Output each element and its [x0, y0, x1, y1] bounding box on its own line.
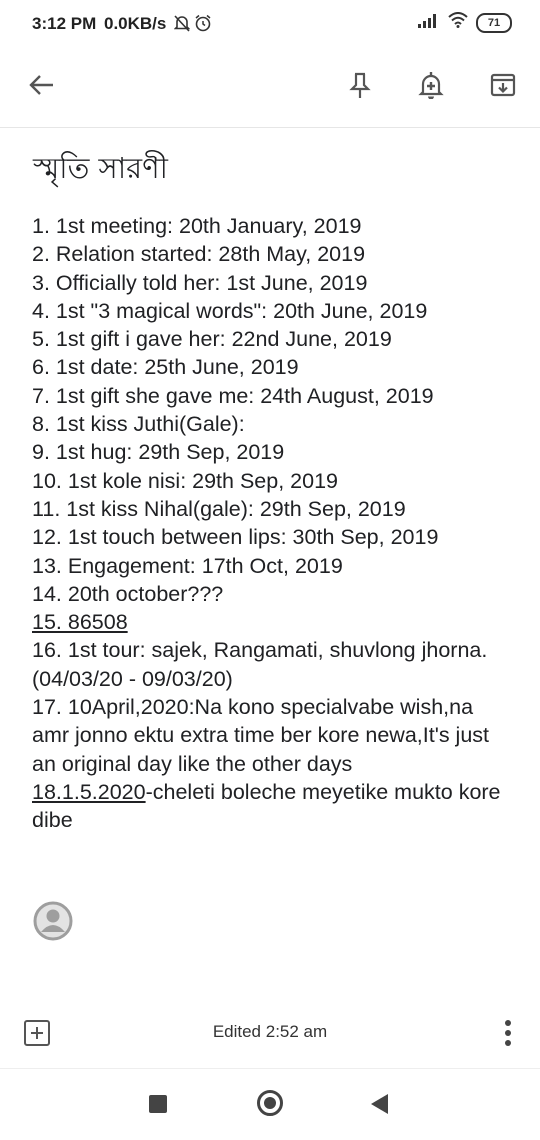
- recents-button[interactable]: [149, 1095, 167, 1113]
- note-line: 9. 1st hug: 29th Sep, 2019: [32, 440, 285, 465]
- note-line-link[interactable]: 15. 86508: [32, 608, 512, 636]
- reminder-button[interactable]: [411, 65, 451, 105]
- toolbar-divider: [0, 127, 540, 128]
- note-line: 12. 1st touch between lips: 30th Sep, 20…: [32, 525, 439, 550]
- note-line: 5. 1st gift i gave her: 22nd June, 2019: [32, 327, 392, 352]
- back-button[interactable]: [22, 65, 62, 105]
- system-back-button[interactable]: [371, 1094, 388, 1114]
- note-line: 18.1.5.2020-cheleti boleche meyetike muk…: [32, 778, 512, 835]
- back-arrow-icon: [29, 75, 53, 95]
- note-line: 4. 1st "3 magical words": 20th June, 201…: [32, 298, 428, 323]
- edited-timestamp: Edited 2:52 am: [212, 1022, 328, 1041]
- note-line: 1. 1st meeting: 20th January, 2019: [32, 214, 362, 238]
- wifi-icon: [448, 12, 468, 33]
- home-button[interactable]: [257, 1090, 283, 1116]
- note-line: 16. 1st tour: sajek, Rangamati, shuvlong…: [32, 638, 488, 691]
- mute-icon: [173, 14, 191, 37]
- signal-icon: [418, 12, 440, 33]
- note-line: 11. 1st kiss Nihal(gale): 29th Sep, 2019: [32, 496, 406, 521]
- note-line: 7. 1st gift she gave me: 24th August, 20…: [32, 383, 434, 408]
- archive-icon: [490, 73, 516, 97]
- reminder-bell-icon: [418, 72, 444, 99]
- note-line: 14. 20th october???: [32, 581, 224, 606]
- status-network-speed: 0.0KB/s: [104, 14, 167, 33]
- note-line: 2. Relation started: 28th May, 2019: [32, 242, 366, 267]
- pin-icon: [349, 72, 371, 98]
- note-title[interactable]: স্মৃতি সারণী: [33, 146, 168, 195]
- archive-button[interactable]: [483, 65, 523, 105]
- more-options-button[interactable]: [504, 1020, 512, 1046]
- note-toolbar: [0, 55, 540, 113]
- bottom-bar: Edited 2:52 am: [0, 1010, 540, 1056]
- person-icon: [33, 901, 73, 941]
- status-bar: 3:12 PM 0.0KB/s 71: [0, 0, 540, 50]
- note-line: 3. Officially told her: 1st June, 2019: [32, 270, 368, 295]
- more-vert-icon: [505, 1020, 511, 1026]
- date-link[interactable]: 18.1.5.2020: [32, 780, 146, 804]
- battery-indicator: 71: [476, 12, 512, 33]
- alarm-icon: [194, 14, 212, 37]
- note-line: 10. 1st kole nisi: 29th Sep, 2019: [32, 468, 338, 493]
- note-line: 6. 1st date: 25th June, 2019: [32, 355, 299, 380]
- system-nav-bar: [0, 1072, 540, 1140]
- nav-divider: [0, 1068, 540, 1069]
- note-line: 17. 10April,2020:Na kono specialvabe wis…: [32, 695, 490, 776]
- note-line: 8. 1st kiss Juthi(Gale):: [32, 412, 245, 437]
- note-line: 13. Engagement: 17th Oct, 2019: [32, 553, 343, 578]
- status-time: 3:12 PM: [32, 14, 97, 33]
- note-body[interactable]: 1. 1st meeting: 20th January, 2019 2. Re…: [32, 212, 512, 835]
- collaborator-avatar[interactable]: [33, 901, 73, 941]
- pin-button[interactable]: [340, 65, 380, 105]
